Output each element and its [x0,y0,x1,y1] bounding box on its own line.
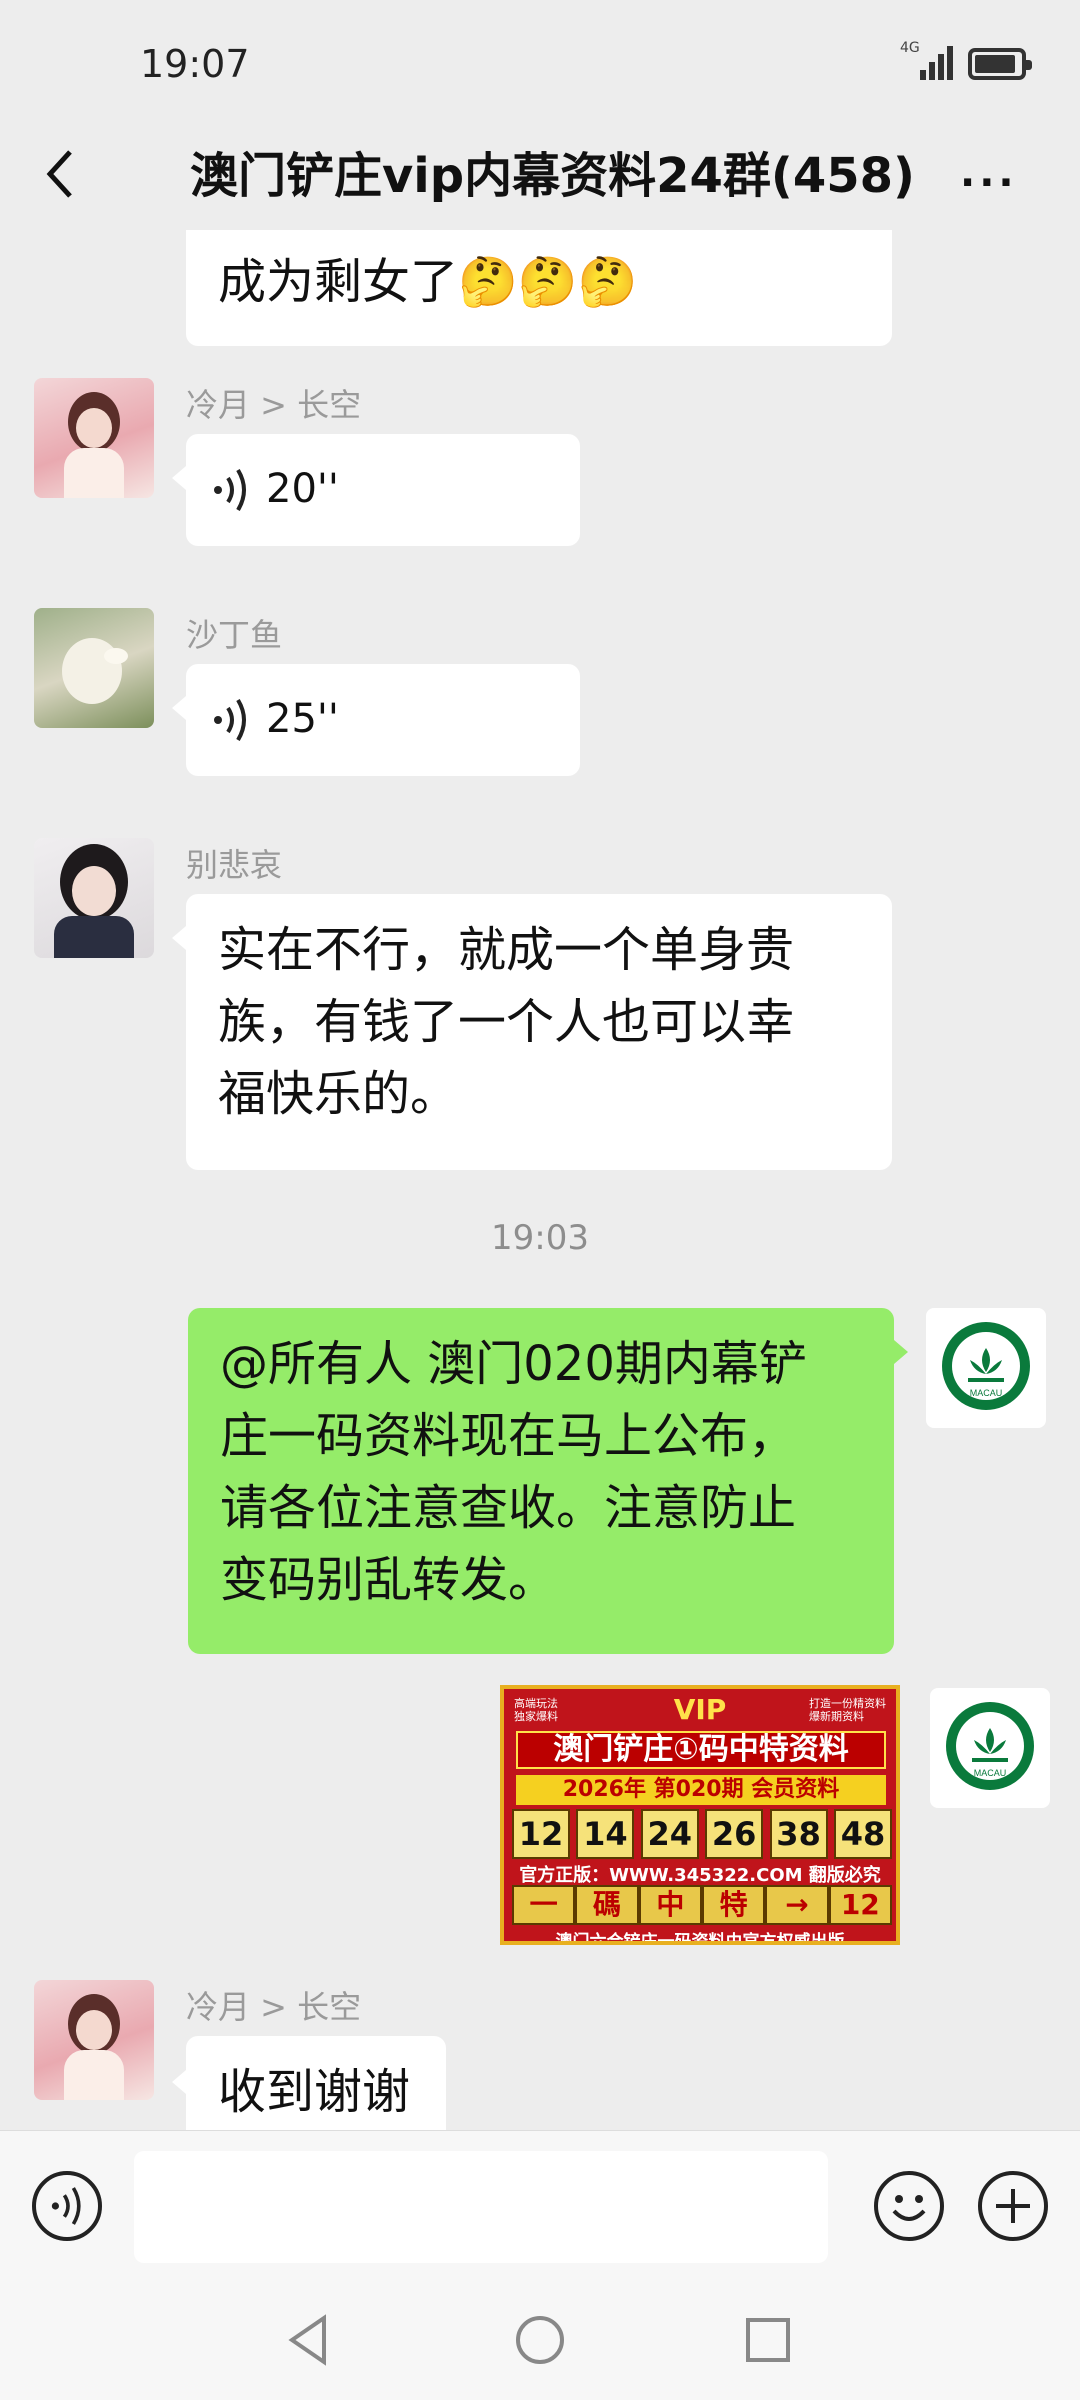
message-line: 福快乐的。 [218,1066,459,1122]
voice-duration: 25'' [266,696,339,742]
avatar[interactable] [34,838,154,958]
macau-emblem-icon: MACAU [942,1322,1030,1410]
my-avatar[interactable]: MACAU [926,1308,1046,1428]
more-options-button[interactable]: ··· [960,160,1018,206]
message-timestamp: 19:03 [491,1218,589,1258]
avatar[interactable] [34,608,154,728]
poster-footer: 澳门六合铲庄一码资料由官方权威出版 [555,1932,845,1945]
macau-label: MACAU [974,1768,1007,1778]
message-line: @所有人 澳门020期内幕铲 [220,1336,807,1392]
poster-tag: 爆新期资料 [809,1710,864,1723]
poster-number: 14 [576,1809,635,1859]
poster-tag: 打造一份精资料 [809,1697,886,1710]
sender-name: 冷月 > 长空 [186,1988,362,2026]
poster-number: 26 [705,1809,764,1859]
nav-back-icon[interactable] [280,2310,340,2370]
more-functions-button[interactable] [978,2171,1048,2241]
avatar[interactable] [34,1980,154,2100]
poster-number: 24 [640,1809,699,1859]
message-input[interactable] [134,2151,828,2263]
nav-home-icon[interactable] [510,2310,570,2370]
poster-pick: 一 碼 中 特 → 12 [512,1885,892,1925]
voice-message[interactable]: 20'' [186,434,580,546]
signal-icon [920,44,956,80]
message-line: 请各位注意查收。注意防止 [220,1480,797,1536]
poster-pick-cell: → [765,1885,829,1925]
message-line: 实在不行，就成一个单身贵 [218,922,795,978]
macau-label: MACAU [970,1388,1003,1398]
nav-recents-icon[interactable] [738,2310,798,2370]
poster-number: 12 [512,1809,570,1859]
voice-icon [51,2187,81,2225]
sender-name: 沙丁鱼 [186,616,283,654]
chevron-left-icon [46,150,72,198]
message-bubble-outgoing[interactable]: @所有人 澳门020期内幕铲 庄一码资料现在马上公布， 请各位注意查收。注意防止… [188,1308,894,1654]
emoji-button[interactable] [874,2171,944,2241]
voice-input-button[interactable] [32,2171,102,2241]
poster-numbers: 12 14 24 26 38 48 [512,1809,892,1859]
poster-number: 48 [833,1809,892,1859]
system-nav-bar [0,2280,1080,2400]
poster-pick-cell: 特 [701,1885,766,1925]
message-bubble[interactable]: 实在不行，就成一个单身贵 族，有钱了一个人也可以幸 福快乐的。 [186,894,892,1170]
plus-icon [996,2189,1030,2223]
message-text: 成为剩女了🤔🤔🤔 [218,254,638,310]
back-button[interactable] [40,144,80,204]
message-line: 族，有钱了一个人也可以幸 [218,994,795,1050]
chat-header: 澳门铲庄vip内幕资料24群(458) ··· [0,120,1080,230]
poster-site: 官方正版：WWW.345322.COM 翻版必究 [519,1865,881,1886]
voice-wave-icon [214,698,246,742]
status-time: 19:07 [140,42,250,86]
poster-headline: 澳门铲庄①码中特资料 [516,1731,886,1769]
message-line: 变码别乱转发。 [220,1552,557,1608]
macau-emblem-icon: MACAU [946,1702,1034,1790]
status-bar: 19:07 4G [0,0,1080,130]
message-bubble[interactable]: 收到谢谢 [186,2036,446,2130]
sender-name: 别悲哀 [186,846,283,884]
poster-pick-cell: 一 [512,1885,576,1925]
poster-pick-cell: 12 [828,1885,892,1925]
input-bar [0,2130,1080,2280]
voice-wave-icon [214,468,246,512]
message-text: 收到谢谢 [218,2064,411,2120]
image-message[interactable]: 高端玩法 独家爆料 VIP 打造一份精资料 爆新期资料 澳门铲庄①码中特资料 202… [500,1685,900,1945]
avatar[interactable] [34,378,154,498]
voice-duration: 20'' [266,466,339,512]
poster-pick-cell: 碼 [575,1885,639,1925]
voice-message[interactable]: 25'' [186,664,580,776]
message-bubble[interactable]: 成为剩女了🤔🤔🤔 [186,230,892,346]
poster-number: 38 [769,1809,828,1859]
battery-icon [968,48,1032,80]
emoji-icon [892,2195,926,2221]
message-line: 庄一码资料现在马上公布， [220,1408,797,1464]
network-type: 4G [900,40,920,56]
chat-title: 澳门铲庄vip内幕资料24群(458) [190,148,915,204]
poster-pick-cell: 中 [638,1885,702,1925]
my-avatar[interactable]: MACAU [930,1688,1050,1808]
poster-issue: 2026年 第020期 会员资料 [516,1775,886,1805]
sender-name: 冷月 > 长空 [186,386,362,424]
message-list[interactable]: 成为剩女了🤔🤔🤔 冷月 > 长空 20'' 沙丁鱼 25'' 别悲哀 实在不行，… [0,230,1080,2130]
